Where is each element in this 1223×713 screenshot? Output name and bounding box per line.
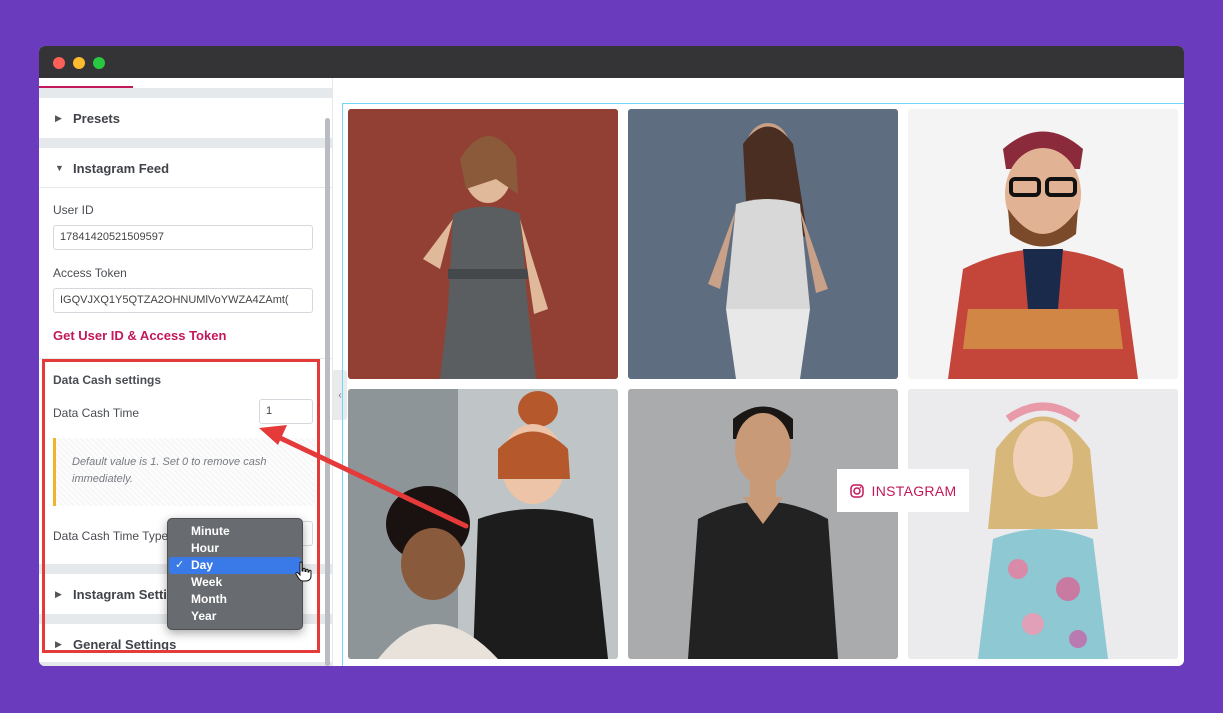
photo-woman-lace-corset (628, 109, 898, 379)
access-token-label: Access Token (53, 266, 127, 280)
dropdown-option-month[interactable]: Month (169, 591, 301, 608)
dropdown-option-hour[interactable]: Hour (169, 540, 301, 557)
time-type-dropdown[interactable]: Minute Hour ✓ Day Week Month Year (167, 518, 303, 630)
instagram-follow-button[interactable]: INSTAGRAM (837, 469, 969, 512)
hand-cursor-icon (295, 561, 312, 582)
app-window: ▶ Presets ▼ Instagram Feed User ID 17841… (39, 46, 1184, 666)
sidebar-scroll-thumb[interactable] (325, 118, 330, 666)
section-divider (39, 138, 333, 148)
dropdown-option-day[interactable]: ✓ Day (169, 557, 301, 574)
get-token-link[interactable]: Get User ID & Access Token (53, 328, 226, 343)
title-bar (39, 46, 1184, 78)
section-divider (39, 662, 333, 666)
feed-photo-2[interactable] (628, 109, 898, 379)
dropdown-option-year[interactable]: Year (169, 608, 301, 625)
presets-section-toggle[interactable]: ▶ Presets (39, 98, 333, 138)
presets-label: Presets (73, 110, 120, 126)
option-label: Hour (191, 541, 219, 555)
caret-down-icon: ▼ (55, 163, 64, 173)
feed-photo-4[interactable] (348, 389, 618, 659)
option-label: Month (191, 592, 227, 606)
instagram-icon (849, 483, 864, 498)
access-token-input[interactable]: IGQVJXQ1Y5QTZA2OHNUMlVoYWZA4ZAmt( (53, 288, 313, 313)
feed-photo-1[interactable] (348, 109, 618, 379)
user-id-label: User ID (53, 203, 94, 217)
caret-right-icon: ▶ (55, 112, 62, 123)
feed-photo-3[interactable] (908, 109, 1178, 379)
minimize-window-button[interactable] (73, 57, 85, 69)
section-divider (39, 187, 333, 188)
feed-photo-5[interactable] (628, 389, 898, 659)
photo-woman-floral-dress (908, 389, 1178, 659)
checkmark-icon: ✓ (175, 559, 185, 571)
photo-man-black-sweater (628, 389, 898, 659)
option-label: Year (191, 609, 217, 623)
instagram-feed-label: Instagram Feed (73, 160, 170, 176)
instagram-feed-section-toggle[interactable]: ▼ Instagram Feed (39, 148, 333, 188)
editor-sidebar: ▶ Presets ▼ Instagram Feed User ID 17841… (39, 78, 333, 666)
option-label: Day (191, 558, 214, 572)
photo-woman-gray-dress (348, 109, 618, 379)
dropdown-option-week[interactable]: Week (169, 574, 301, 591)
photo-man-plaid-shirt (908, 109, 1178, 379)
instagram-button-label: INSTAGRAM (871, 482, 957, 499)
option-label: Minute (191, 524, 230, 538)
dropdown-option-minute[interactable]: Minute (169, 523, 301, 540)
feed-photo-6[interactable] (908, 389, 1178, 659)
user-id-input[interactable]: 17841420521509597 (53, 225, 313, 250)
option-label: Week (191, 575, 223, 589)
sidebar-scrollbar[interactable] (325, 118, 330, 666)
section-divider (39, 88, 333, 98)
close-window-button[interactable] (53, 57, 65, 69)
maximize-window-button[interactable] (93, 57, 105, 69)
photo-two-women (348, 389, 618, 659)
